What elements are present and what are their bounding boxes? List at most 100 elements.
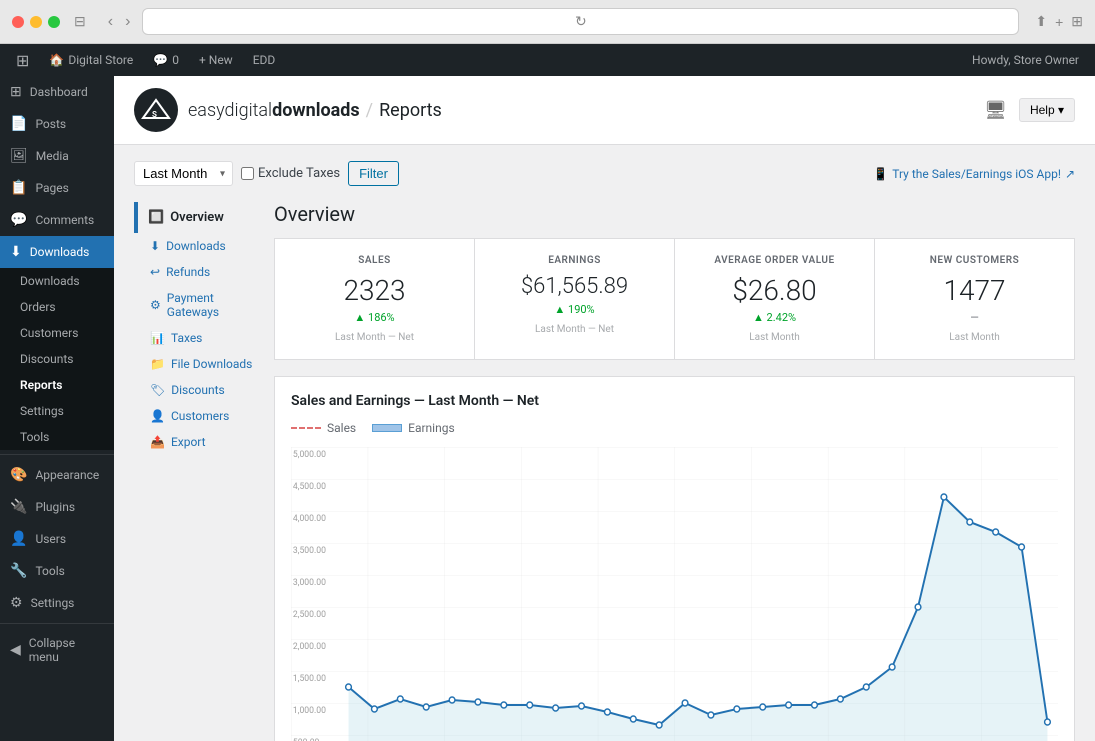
stat-sales-change: ▲ 186% (291, 311, 458, 324)
chart-container: 5,000.00 4,500.00 4,000.00 3,500.00 3,00… (291, 447, 1058, 741)
nav-file-downloads-label: File Downloads (171, 357, 252, 371)
reports-nav-downloads[interactable]: ⬇ Downloads (134, 233, 274, 259)
browser-close-dot[interactable] (12, 16, 24, 28)
sidebar-item-comments[interactable]: 💬 Comments (0, 204, 114, 236)
nav-customers-icon: 👤 (150, 409, 165, 423)
reports-nav-payment-gateways[interactable]: ⚙ Payment Gateways (134, 285, 274, 325)
nav-file-downloads-icon: 📁 (150, 357, 165, 371)
ios-app-link[interactable]: 📱 Try the Sales/Earnings iOS App! ↗ (873, 167, 1075, 181)
browser-forward-btn[interactable]: › (121, 11, 134, 33)
stat-customers-change: — (891, 311, 1058, 324)
legend-sales: Sales (291, 421, 356, 435)
browser-collapse-btn[interactable]: ⊟ (68, 11, 92, 32)
downloads-icon: ⬇ (10, 244, 22, 260)
sidebar-sub-reports[interactable]: Reports (0, 372, 114, 398)
stat-card-customers: NEW CUSTOMERS 1477 — Last Month (875, 239, 1074, 359)
browser-refresh-btn[interactable]: ↻ (575, 13, 587, 30)
collapse-icon: ◀ (10, 642, 21, 658)
sidebar-item-dashboard[interactable]: ⊞ Dashboard (0, 76, 114, 108)
admin-bar-howdy[interactable]: Howdy, Store Owner (964, 53, 1087, 67)
sidebar-collapse[interactable]: ◀ Collapse menu (0, 628, 114, 672)
browser-share-btn[interactable]: ⬆ (1035, 13, 1047, 30)
nav-refunds-icon: ↩ (150, 265, 160, 279)
browser-url-bar[interactable]: ↻ (142, 8, 1019, 35)
sidebar-label-posts: Posts (35, 117, 66, 131)
sidebar-sub-downloads[interactable]: Downloads (0, 268, 114, 294)
monitor-icon: 🖥 (984, 100, 1007, 121)
overview-title: Overview (274, 202, 1075, 226)
svg-text:2,500.00: 2,500.00 (293, 610, 326, 620)
admin-bar-comments[interactable]: 💬 0 (145, 44, 187, 76)
sidebar-item-pages[interactable]: 📋 Pages (0, 172, 114, 204)
stat-aov-period: Last Month (691, 332, 858, 343)
nav-taxes-icon: 📊 (150, 331, 165, 345)
ios-link-text: Try the Sales/Earnings iOS App! (892, 167, 1061, 181)
sidebar-label-settings: Settings (31, 596, 75, 610)
svg-text:4,000.00: 4,000.00 (293, 514, 326, 524)
main-content: S easydigitaldownloads / Reports 🖥 Help … (114, 76, 1095, 741)
stat-earnings-label: EARNINGS (491, 255, 658, 266)
reports-nav-refunds[interactable]: ↩ Refunds (134, 259, 274, 285)
stat-customers-value: 1477 (891, 274, 1058, 307)
nav-discounts-icon: 🏷 (150, 383, 165, 397)
browser-newtab-btn[interactable]: + (1055, 13, 1063, 30)
sidebar-sub-orders[interactable]: Orders (0, 294, 114, 320)
reports-nav-discounts[interactable]: 🏷 Discounts (134, 377, 274, 403)
sidebar-label-plugins: Plugins (35, 500, 75, 514)
sidebar-label-pages: Pages (35, 181, 68, 195)
sidebar-item-media[interactable]: 🖼 Media (0, 140, 114, 172)
help-button[interactable]: Help ▾ (1019, 98, 1075, 122)
svg-text:3,500.00: 3,500.00 (293, 546, 326, 556)
legend-earnings-bar (372, 424, 402, 432)
users-icon: 👤 (10, 531, 27, 547)
reports-main: Overview SALES 2323 ▲ 186% Last Month — … (274, 202, 1075, 741)
browser-minimize-dot[interactable] (30, 16, 42, 28)
reports-nav-file-downloads[interactable]: 📁 File Downloads (134, 351, 274, 377)
nav-refunds-label: Refunds (166, 265, 210, 279)
sidebar-item-plugins[interactable]: 🔌 Plugins (0, 491, 114, 523)
sidebar-item-settings[interactable]: ⚙ Settings (0, 587, 114, 619)
stat-earnings-period: Last Month — Net (491, 324, 658, 335)
browser-back-btn[interactable]: ‹ (104, 11, 117, 33)
reports-layout: 🔲 Overview ⬇ Downloads ↩ Refunds ⚙ Payme… (134, 202, 1075, 741)
exclude-taxes-checkbox[interactable] (241, 167, 254, 180)
browser-grid-btn[interactable]: ⊞ (1071, 13, 1083, 30)
page-brand: easydigitaldownloads (188, 100, 360, 121)
reports-nav-taxes[interactable]: 📊 Taxes (134, 325, 274, 351)
comments-icon: 💬 (10, 212, 27, 228)
admin-bar-comments-count: 0 (172, 44, 179, 76)
sidebar-item-downloads[interactable]: ⬇ Downloads (0, 236, 114, 268)
page-separator: / (366, 100, 373, 121)
sidebar-sub-tools[interactable]: Tools (0, 424, 114, 450)
sidebar-sub-customers[interactable]: Customers (0, 320, 114, 346)
admin-bar-new[interactable]: + New (191, 44, 241, 76)
svg-text:2,000.00: 2,000.00 (293, 642, 326, 652)
tools-icon: 🔧 (10, 563, 27, 579)
period-filter[interactable]: Last Month This Month Last Year This Yea… (134, 161, 233, 186)
browser-maximize-dot[interactable] (48, 16, 60, 28)
sidebar-item-tools[interactable]: 🔧 Tools (0, 555, 114, 587)
admin-bar-edd[interactable]: EDD (245, 44, 284, 76)
reports-nav-overview[interactable]: 🔲 Overview (134, 202, 274, 233)
nav-customers-label: Customers (171, 409, 229, 423)
wp-content: ⊞ Dashboard 📄 Posts 🖼 Media 📋 Pages 💬 Co… (0, 76, 1095, 741)
sidebar-sub-discounts[interactable]: Discounts (0, 346, 114, 372)
sidebar-item-users[interactable]: 👤 Users (0, 523, 114, 555)
filter-button[interactable]: Filter (348, 161, 399, 186)
admin-bar-site[interactable]: 🏠 Digital Store (41, 44, 141, 76)
sidebar-item-posts[interactable]: 📄 Posts (0, 108, 114, 140)
admin-bar-site-name: Digital Store (68, 44, 133, 76)
sidebar-item-appearance[interactable]: 🎨 Appearance (0, 459, 114, 491)
legend-sales-line (291, 427, 321, 429)
period-filter-wrap: Last Month This Month Last Year This Yea… (134, 161, 233, 186)
sidebar-sub-settings[interactable]: Settings (0, 398, 114, 424)
chart-legend: Sales Earnings (291, 421, 1058, 435)
nav-downloads-icon: ⬇ (150, 239, 160, 253)
plugins-icon: 🔌 (10, 499, 27, 515)
browser-actions: ⬆ + ⊞ (1035, 13, 1083, 30)
reports-nav-export[interactable]: 📤 Export (134, 429, 274, 455)
wp-logo[interactable]: ⊞ (8, 51, 37, 70)
reports-nav-customers[interactable]: 👤 Customers (134, 403, 274, 429)
exclude-taxes-checkbox-label[interactable]: Exclude Taxes (241, 166, 340, 181)
reports-nav: 🔲 Overview ⬇ Downloads ↩ Refunds ⚙ Payme… (134, 202, 274, 741)
